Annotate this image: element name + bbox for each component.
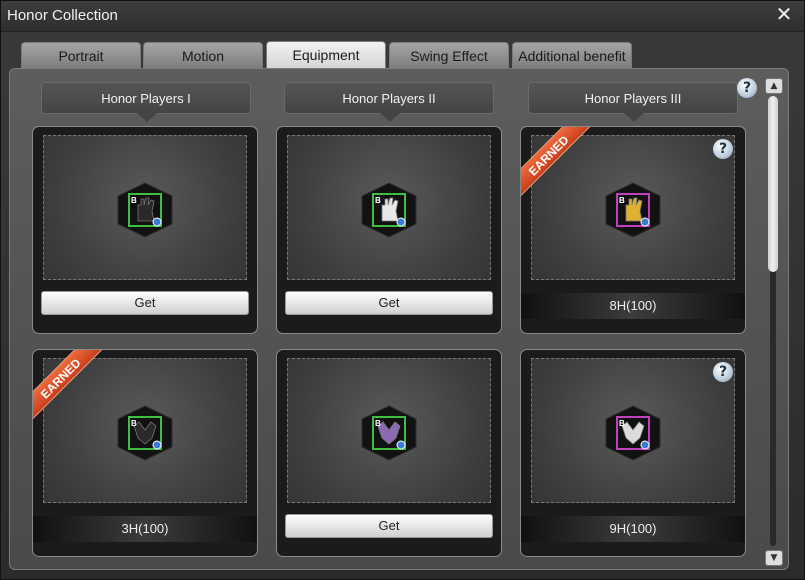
card-honor-1-glove: B Get [32, 126, 258, 334]
column-header-honor-players-3: Honor Players III [528, 82, 738, 122]
item-preview-frame: B [287, 135, 491, 280]
white-shoes-icon[interactable]: B [602, 404, 664, 462]
requirement-status: 9H(100) [521, 516, 745, 542]
scrollbar: ▲ ▼ [765, 78, 783, 566]
tab-portrait[interactable]: Portrait [21, 42, 141, 68]
purple-shoes-icon[interactable]: B [358, 404, 420, 462]
tab-equipment[interactable]: Equipment [266, 41, 386, 69]
svg-text:B: B [619, 196, 625, 205]
title-bar: Honor Collection ✕ [1, 1, 804, 32]
help-icon[interactable]: ? [737, 78, 757, 98]
scroll-thumb[interactable] [768, 96, 778, 272]
item-preview-frame: B [43, 135, 247, 280]
svg-text:B: B [131, 196, 137, 205]
card-honor-2-glove: B Get [276, 126, 502, 334]
card-honor-1-shoes: B 3H(100) EARNED [32, 349, 258, 557]
scroll-down-arrow-icon[interactable]: ▼ [765, 550, 783, 566]
column-header-honor-players-2: Honor Players II [284, 82, 494, 122]
column-header-honor-players-1: Honor Players I [41, 82, 251, 122]
get-button[interactable]: Get [285, 291, 493, 315]
white-glove-icon[interactable]: B [358, 181, 420, 239]
get-button[interactable]: Get [41, 291, 249, 315]
requirement-status: 3H(100) [33, 516, 257, 542]
scroll-up-arrow-icon[interactable]: ▲ [765, 78, 783, 94]
svg-text:B: B [619, 419, 625, 428]
tab-motion[interactable]: Motion [143, 42, 263, 68]
window-title: Honor Collection [7, 7, 118, 24]
get-button[interactable]: Get [285, 514, 493, 538]
black-shoes-icon[interactable]: B [114, 404, 176, 462]
svg-text:B: B [375, 419, 381, 428]
requirement-status: 8H(100) [521, 293, 745, 319]
gold-glove-icon[interactable]: B [602, 181, 664, 239]
svg-text:B: B [375, 196, 381, 205]
honor-collection-window: Honor Collection ✕ Portrait Motion Equip… [0, 0, 805, 580]
card-honor-2-shoes: B Get [276, 349, 502, 557]
svg-text:B: B [131, 419, 137, 428]
card-honor-3-shoes: B 9H(100)? [520, 349, 746, 557]
tab-additional-benefit[interactable]: Additional benefit [512, 42, 632, 68]
tab-swing-effect[interactable]: Swing Effect [389, 42, 509, 68]
card-honor-3-glove: B 8H(100) EARNED? [520, 126, 746, 334]
item-preview-frame: B [531, 358, 735, 503]
help-icon[interactable]: ? [713, 139, 733, 159]
black-glove-icon[interactable]: B [114, 181, 176, 239]
item-preview-frame: B [287, 358, 491, 503]
close-icon[interactable]: ✕ [774, 5, 794, 25]
help-icon[interactable]: ? [713, 362, 733, 382]
